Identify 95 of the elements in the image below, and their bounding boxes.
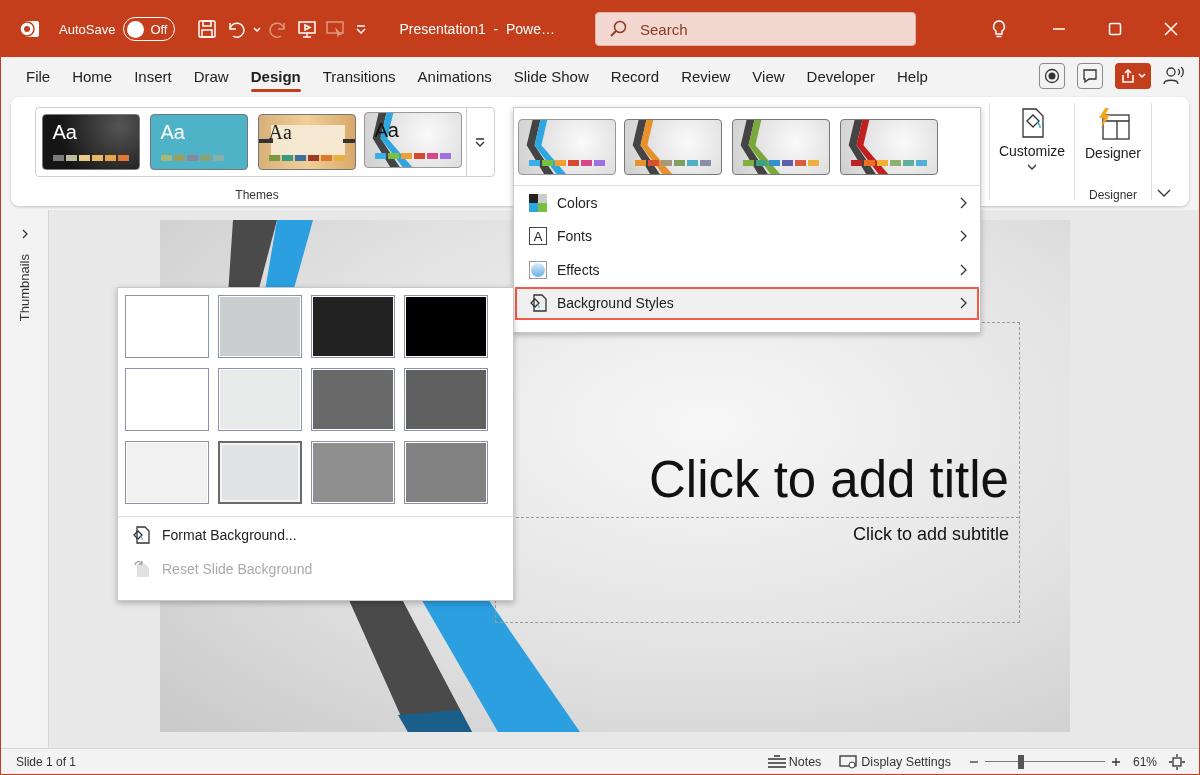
comment-icon [1082, 68, 1098, 84]
background-style-swatch[interactable] [404, 441, 488, 504]
stripe-drawing [740, 119, 782, 174]
customize-button[interactable]: Customize [990, 107, 1074, 171]
ribbon-tab[interactable]: Design [239, 57, 312, 95]
background-style-swatch[interactable] [218, 368, 302, 431]
variant-thumbnail[interactable] [732, 118, 830, 175]
ribbon-tab[interactable]: Developer [795, 57, 886, 95]
search-field[interactable]: Search [595, 12, 916, 46]
effects-circle-icon [529, 260, 547, 279]
variant-thumbnail[interactable] [840, 118, 938, 175]
background-style-swatch[interactable] [311, 295, 395, 358]
theme-sample-text: Aa [268, 121, 292, 144]
share-button[interactable] [1115, 63, 1151, 89]
menu-item[interactable]: A Fonts [515, 219, 979, 253]
ribbon-tab[interactable]: Draw [182, 57, 240, 95]
group-label: Themes [235, 188, 279, 202]
theme-sample-text: Aa [52, 121, 77, 144]
variant-thumbnail[interactable] [624, 118, 722, 175]
reset-background-icon [132, 560, 150, 578]
theme-thumbnail[interactable]: Aa [363, 112, 462, 168]
theme-sample-text: Aa [160, 121, 185, 144]
person-speaking-icon[interactable] [1163, 66, 1185, 86]
chevron-right-icon [959, 263, 967, 276]
app-logo-icon [19, 18, 41, 40]
record-icon [1044, 68, 1060, 84]
title-placeholder[interactable]: Click to add title [649, 450, 1009, 509]
more-caret-icon [474, 136, 486, 148]
slide-counter: Slide 1 of 1 [16, 754, 77, 769]
ribbon-tab[interactable]: Help [885, 57, 939, 95]
variant-thumbnail[interactable] [518, 118, 616, 175]
background-style-swatch[interactable] [125, 295, 209, 358]
subtitle-placeholder[interactable]: Click to add subtitle [852, 524, 1009, 545]
background-style-swatch[interactable] [404, 368, 488, 431]
chevron-right-icon [959, 196, 967, 209]
paint-bucket-icon [529, 294, 547, 313]
autosave-label: AutoSave [59, 21, 116, 37]
zoom-slider[interactable] [984, 754, 1105, 769]
notes-button[interactable]: Notes [766, 754, 822, 769]
thumbnails-pane-label[interactable]: Thumbnails [17, 254, 32, 322]
font-glyph-icon: A [529, 227, 547, 246]
background-style-swatch[interactable] [311, 368, 395, 431]
display-settings-button[interactable]: Display Settings [839, 754, 951, 769]
band-end-drawing [342, 139, 355, 143]
format-background-icon [132, 526, 150, 544]
ribbon-tab[interactable]: Insert [123, 57, 183, 95]
search-icon [609, 20, 627, 38]
display-settings-icon [839, 754, 860, 769]
background-style-swatch[interactable] [311, 441, 395, 504]
stripe-drawing [526, 119, 568, 174]
group-label: Designer [1089, 188, 1137, 202]
zoom-in-icon[interactable] [1110, 756, 1121, 767]
save-icon[interactable] [197, 19, 218, 39]
menu-item[interactable]: Format Background... [118, 518, 513, 552]
caret-icon [1138, 71, 1146, 81]
maximize-icon [1108, 22, 1122, 36]
ribbon-tab[interactable]: Animations [406, 57, 503, 95]
ribbon-tab[interactable]: Slide Show [502, 57, 600, 95]
menu-item[interactable]: Colors [515, 186, 979, 220]
record-button[interactable] [1039, 63, 1065, 89]
background-style-swatch[interactable] [125, 368, 209, 431]
presentation-icon[interactable] [297, 19, 318, 39]
designer-button[interactable]: Designer [1077, 107, 1149, 161]
ribbon-tab[interactable]: File [15, 57, 62, 95]
ribbon-tab[interactable]: Transitions [311, 57, 407, 95]
theme-thumbnail[interactable]: Aa [41, 114, 140, 170]
caret-icon [1027, 163, 1037, 171]
comments-button[interactable] [1077, 63, 1103, 89]
ribbon-tab[interactable]: Review [670, 57, 742, 95]
theme-thumbnail[interactable]: Aa [257, 114, 356, 170]
background-style-swatch[interactable] [218, 441, 302, 504]
close-icon [1164, 22, 1178, 36]
share-icon [1120, 68, 1136, 84]
chevron-right-icon [959, 230, 967, 243]
fit-to-window-icon[interactable] [1169, 753, 1185, 770]
document-title: Presentation1 - Powe… [399, 21, 555, 37]
background-style-swatch[interactable] [218, 295, 302, 358]
menu-item[interactable]: Background Styles [515, 286, 979, 320]
menu-item[interactable]: Effects [515, 253, 979, 287]
stripe-drawing [848, 119, 890, 174]
ribbon-tab[interactable]: Record [599, 57, 671, 95]
stripe-drawing [632, 119, 674, 174]
chevron-right-icon [959, 297, 967, 310]
color-grid-icon [529, 193, 547, 212]
zoom-level[interactable]: 61% [1132, 754, 1157, 769]
notes-icon [766, 754, 787, 769]
collapse-ribbon-icon[interactable] [1157, 188, 1171, 198]
background-style-swatch[interactable] [125, 441, 209, 504]
background-style-swatch[interactable] [404, 295, 488, 358]
ribbon-tab[interactable]: Home [61, 57, 124, 95]
band-end-drawing [258, 139, 273, 143]
expand-chevron-icon[interactable] [20, 228, 29, 240]
lightbulb-icon[interactable] [991, 19, 1007, 39]
ribbon-tab[interactable]: View [741, 57, 796, 95]
theme-sample-text: Aa [374, 119, 399, 142]
